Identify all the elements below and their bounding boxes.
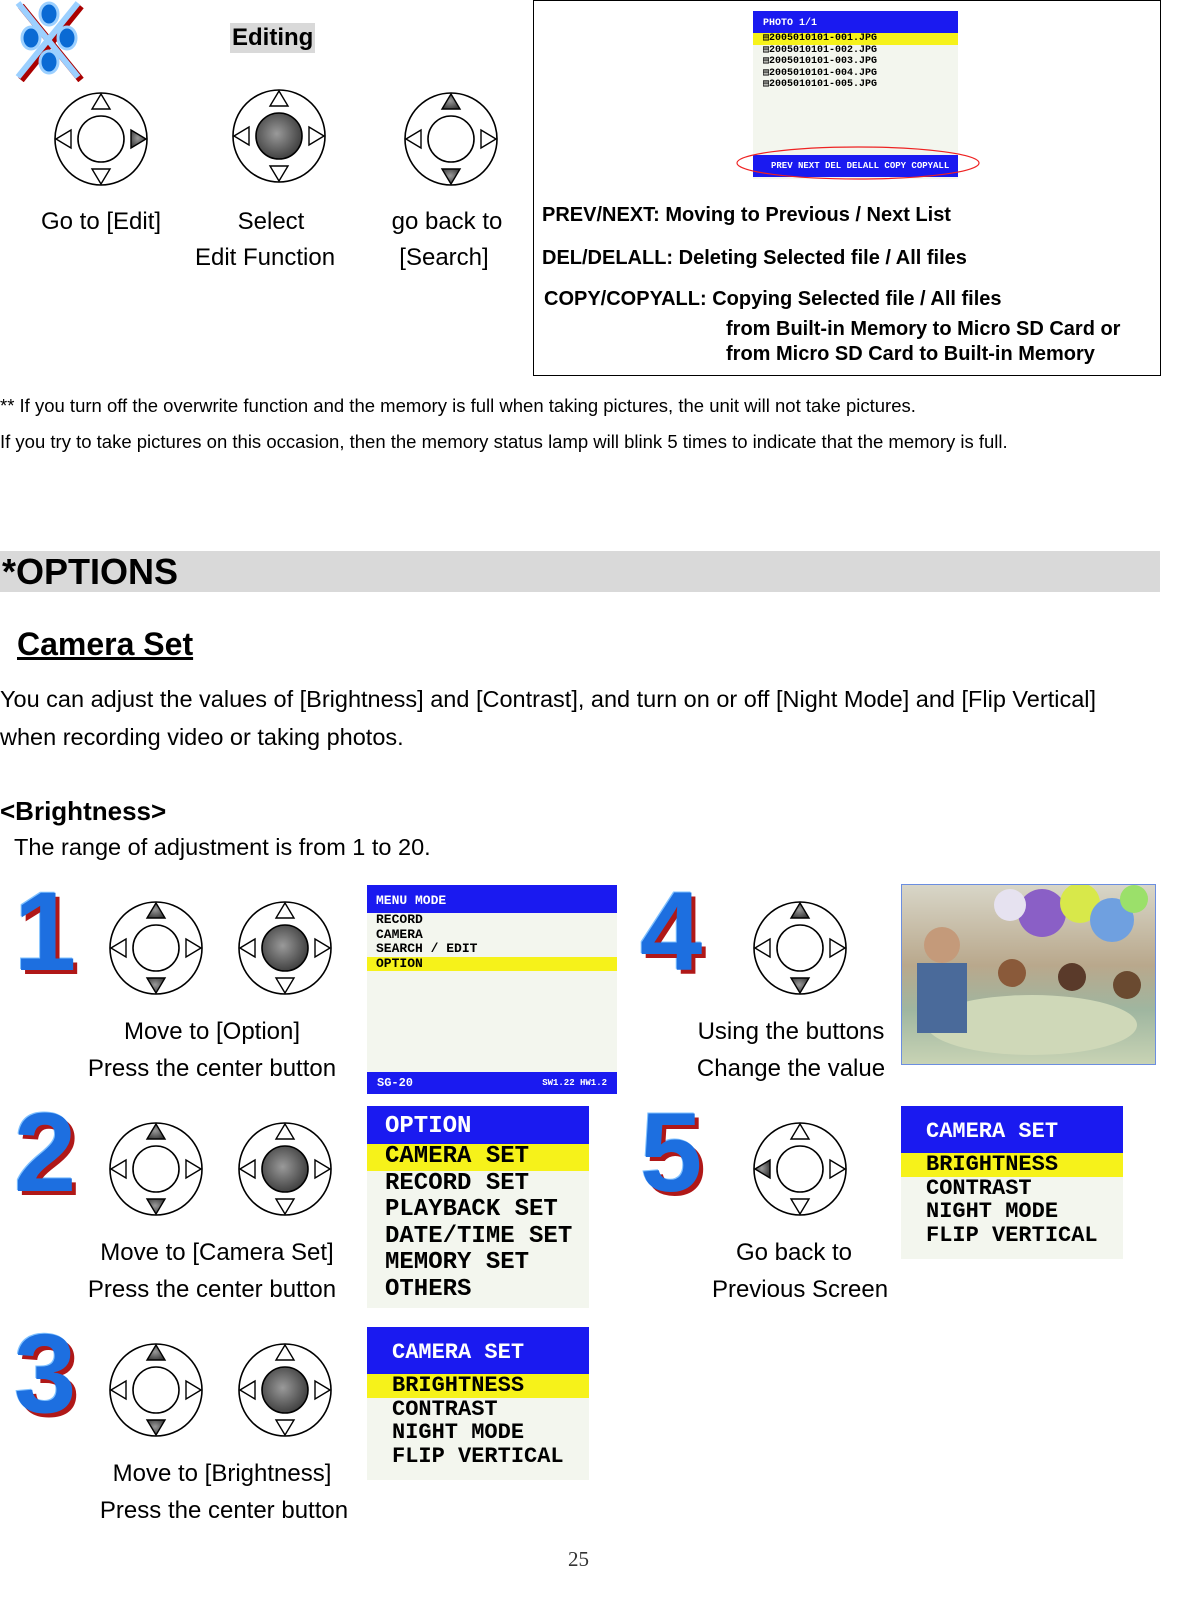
menu-item: PLAYBACK SET: [385, 1196, 558, 1223]
screen-title: PHOTO 1/1: [753, 11, 958, 33]
section-title: *OPTIONS: [2, 551, 179, 592]
file-row: ▤2005010101-005.JPG: [763, 79, 878, 90]
legend-key: COPY/COPYALL:: [544, 288, 707, 310]
menu-item: CONTRAST: [926, 1175, 1032, 1201]
screen-title: MENU MODE: [367, 885, 617, 913]
menu-item: RECORD SET: [385, 1169, 530, 1197]
file-row: ▤2005010101-003.JPG: [763, 56, 878, 67]
menu-item: NIGHT MODE: [926, 1199, 1059, 1224]
step-number: 4: [640, 869, 703, 994]
edit-screen-box: PHOTO 1/1 ▤2005010101-001.JPG ▤2005010101…: [533, 0, 1161, 376]
step-number: 2: [14, 1090, 77, 1215]
subsection-title: Camera Set: [17, 626, 194, 662]
menu-item: MEMORY SET: [385, 1249, 530, 1276]
step-caption: Press the center button: [87, 1276, 337, 1303]
step-number: 5: [640, 1090, 703, 1215]
step-caption: Press the center button: [99, 1497, 349, 1524]
step-number: 3: [14, 1311, 77, 1436]
version-label: SW1.22 HW1.2: [542, 1078, 607, 1088]
step-caption: Select: [237, 208, 305, 235]
legend-desc: from Built-in Memory to Micro SD Card or: [726, 318, 1121, 340]
model-label: SG-20: [377, 1076, 414, 1090]
menu-mode-screen: MENU MODE RECORD CAMERA SEARCH / EDIT OPTION…: [367, 885, 617, 1094]
step-caption: Move to [Option]: [123, 1018, 301, 1045]
step-caption: Move to [Camera Set]: [100, 1239, 334, 1266]
step-caption: Previous Screen: [711, 1276, 889, 1303]
screen-footer: SG-20 SW1.22 HW1.2: [367, 1072, 617, 1094]
menu-item: NIGHT MODE: [392, 1420, 525, 1445]
highlight-ellipse: [736, 146, 980, 180]
note-text: ** If you turn off the overwrite functio…: [0, 395, 916, 416]
dpad-updown-icon: [403, 91, 499, 187]
menu-item: FLIP VERTICAL: [926, 1222, 1098, 1248]
step-caption: Move to [Brightness]: [112, 1460, 332, 1487]
legend-desc: Deleting Selected file / All files: [678, 247, 967, 269]
screen-title: CAMERA SET: [367, 1327, 589, 1374]
dpad-center-icon: [237, 1121, 333, 1217]
dpad-updown-icon: [752, 900, 848, 996]
menu-item: BRIGHTNESS: [901, 1153, 1123, 1177]
menu-item: CAMERA SET: [367, 1143, 589, 1171]
menu-item: CAMERA: [376, 926, 423, 942]
menu-item: OPTION: [367, 956, 617, 971]
step-caption: [Search]: [399, 244, 489, 271]
dpad-center-icon: [237, 900, 333, 996]
editing-heading: Editing: [230, 23, 316, 53]
legend-desc: Copying Selected file / All files: [712, 288, 1002, 310]
file-row: ▤2005010101-004.JPG: [763, 67, 878, 79]
dpad-updown-icon: [108, 1342, 204, 1438]
camera-set-screen: CAMERA SET BRIGHTNESS CONTRAST NIGHT MODE FL…: [901, 1106, 1123, 1259]
menu-item: OTHERS: [385, 1275, 472, 1303]
brightness-range: The range of adjustment is from 1 to 20.: [14, 834, 431, 860]
dpad-center-icon: [231, 88, 327, 184]
dpad-updown-icon: [108, 1121, 204, 1217]
step-caption: Change the value: [696, 1055, 886, 1082]
step-number: 1: [14, 869, 77, 994]
file-row: ▤2005010101-001.JPG: [753, 33, 958, 45]
menu-item: DATE/TIME SET: [385, 1222, 573, 1250]
file-row: ▤2005010101-002.JPG: [763, 44, 878, 56]
menu-item: RECORD: [376, 912, 423, 927]
legend-key: DEL/DELALL:: [542, 247, 674, 269]
legend-desc: from Micro SD Card to Built-in Memory: [726, 343, 1095, 365]
screen-title: OPTION: [367, 1106, 589, 1144]
menu-item: BRIGHTNESS: [367, 1374, 589, 1398]
intro-text: You can adjust the values of [Brightness…: [0, 686, 1097, 712]
dpad-updown-icon: [108, 900, 204, 996]
note-text: If you try to take pictures on this occa…: [0, 431, 1008, 452]
menu-item: CONTRAST: [392, 1396, 498, 1422]
legend-key: PREV/NEXT:: [542, 204, 660, 226]
intro-text: when recording video or taking photos.: [0, 724, 404, 750]
step-caption: Using the buttons: [697, 1018, 885, 1045]
dpad-right-icon: [53, 91, 149, 187]
step-caption: Go to [Edit]: [40, 208, 162, 235]
screen-title: CAMERA SET: [901, 1106, 1123, 1153]
page-number: 25: [568, 1547, 589, 1571]
menu-item: FLIP VERTICAL: [392, 1443, 564, 1469]
camera-set-screen: CAMERA SET BRIGHTNESS CONTRAST NIGHT MODE FL…: [367, 1327, 589, 1480]
menu-item: SEARCH / EDIT: [376, 941, 478, 956]
step-caption: Edit Function: [194, 244, 336, 271]
dpad-center-icon: [237, 1342, 333, 1438]
party-photo: [901, 884, 1156, 1065]
dpad-cross-logo-icon: [15, 1, 84, 82]
brightness-heading: <Brightness>: [0, 796, 167, 826]
option-screen: OPTION CAMERA SET RECORD SET PLAYBACK SET DA…: [367, 1106, 589, 1308]
legend-desc: Moving to Previous / Next List: [665, 204, 951, 226]
manual-page: Editing Go to [Edit] Select Edit Functio…: [0, 0, 1182, 1597]
step-caption: go back to: [391, 208, 503, 235]
step-caption: Go back to: [735, 1239, 853, 1266]
dpad-left-icon: [752, 1121, 848, 1217]
step-caption: Press the center button: [87, 1055, 337, 1082]
